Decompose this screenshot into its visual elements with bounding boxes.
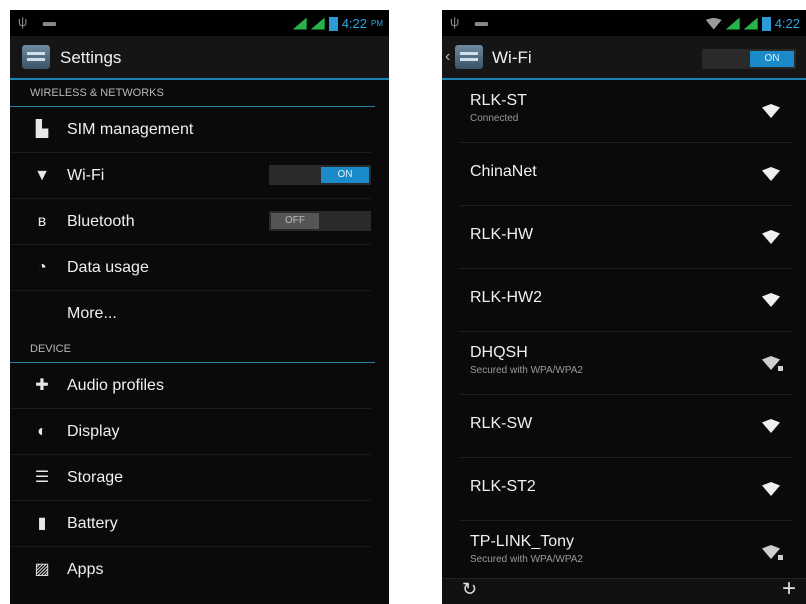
wifi-signal-icon	[762, 419, 780, 433]
clock: 4:22	[774, 16, 800, 31]
status-bar: ψ ▬ 4:22	[442, 10, 806, 36]
setting-label: SIM management	[67, 121, 194, 138]
setting-label: More...	[67, 305, 117, 322]
signal-icon	[725, 17, 740, 30]
setting-data-usage[interactable]: ◔ Data usage	[10, 245, 371, 291]
add-network-icon[interactable]: +	[782, 575, 796, 603]
network-item[interactable]: RLK-HW	[460, 206, 792, 269]
sim-card-icon: ▙	[35, 121, 49, 138]
wifi-signal-icon	[762, 482, 780, 496]
setting-more[interactable]: More...	[10, 291, 371, 336]
network-name: RLK-SW	[470, 415, 533, 432]
setting-display[interactable]: ◐ Display	[10, 409, 371, 455]
setting-label: Bluetooth	[67, 213, 135, 230]
section-header-wireless: WIRELESS & NETWORKS	[10, 80, 375, 107]
network-item[interactable]: DHQSH Secured with WPA/WPA2	[460, 332, 792, 395]
section-header-device: DEVICE	[10, 336, 375, 363]
battery-icon: ▮	[37, 515, 47, 532]
usb-icon: ψ ▬	[450, 14, 494, 29]
toggle-off-label: OFF	[271, 213, 319, 229]
setting-battery[interactable]: ▮ Battery	[10, 501, 371, 547]
network-item[interactable]: ChinaNet	[460, 143, 792, 206]
page-title: Settings	[60, 48, 122, 67]
scan-icon[interactable]: ↻	[462, 579, 477, 600]
network-name: RLK-ST2	[470, 478, 536, 495]
bluetooth-icon: ʙ	[37, 213, 47, 230]
action-bar: ‹ Wi-Fi ON	[442, 36, 806, 80]
status-bar: ψ ▬ 4:22 PM	[10, 10, 389, 36]
network-name: RLK-ST	[470, 92, 527, 109]
network-item[interactable]: RLK-SW	[460, 395, 792, 458]
network-name: TP-LINK_Tony	[470, 533, 575, 550]
setting-sim-management[interactable]: ▙ SIM management	[10, 107, 371, 153]
wifi-signal-icon	[762, 104, 780, 118]
network-item[interactable]: RLK-HW2	[460, 269, 792, 332]
signal-icon	[310, 17, 325, 30]
setting-label: Display	[67, 423, 120, 440]
setting-audio-profiles[interactable]: ✚ Audio profiles	[10, 363, 371, 409]
data-usage-icon: ◔	[37, 259, 47, 276]
setting-bluetooth[interactable]: ʙ Bluetooth OFF	[10, 199, 371, 245]
network-list: RLK-ST Connected ChinaNet RLK-HW RLK-HW2…	[442, 80, 806, 583]
audio-profiles-icon: ✚	[35, 377, 49, 394]
network-item[interactable]: RLK-ST2	[460, 458, 792, 521]
bluetooth-toggle[interactable]: OFF	[269, 211, 371, 231]
setting-label: Storage	[67, 469, 124, 486]
setting-storage[interactable]: ☰ Storage	[10, 455, 371, 501]
bottom-action-bar: ↻ +	[442, 575, 806, 604]
wifi-signal-icon	[762, 230, 780, 244]
apps-icon: ▨	[34, 561, 50, 578]
wifi-status-icon	[705, 17, 722, 30]
settings-app-icon[interactable]	[455, 45, 483, 69]
setting-wifi[interactable]: ▼ Wi-Fi ON	[10, 153, 371, 199]
setting-label: Audio profiles	[67, 377, 164, 394]
back-chevron-icon[interactable]: ‹	[445, 48, 450, 66]
wifi-screen: ψ ▬ 4:22 ‹ Wi-Fi ON RLK-ST Connected Chi…	[442, 10, 806, 604]
setting-label: Apps	[67, 561, 104, 578]
toggle-on-label: ON	[750, 51, 794, 67]
wifi-signal-icon	[762, 293, 780, 307]
lock-icon	[778, 555, 783, 560]
network-item[interactable]: TP-LINK_Tony Secured with WPA/WPA2	[460, 521, 792, 583]
network-security: Secured with WPA/WPA2	[470, 365, 583, 376]
action-bar: Settings	[10, 36, 389, 80]
network-name: DHQSH	[470, 344, 528, 361]
wifi-signal-icon	[762, 167, 780, 181]
setting-label: Wi-Fi	[67, 167, 105, 184]
setting-label: Data usage	[67, 259, 149, 276]
wifi-toggle[interactable]: ON	[269, 165, 371, 185]
wifi-icon: ▼	[34, 167, 50, 184]
network-name: RLK-HW2	[470, 289, 543, 306]
network-status: Connected	[470, 113, 519, 124]
battery-status-icon	[328, 16, 338, 31]
display-icon: ◐	[37, 423, 47, 440]
storage-icon: ☰	[34, 469, 50, 486]
signal-icon	[292, 17, 307, 30]
toggle-on-label: ON	[321, 167, 369, 183]
settings-app-icon	[22, 45, 50, 69]
usb-icon: ψ ▬	[18, 14, 62, 29]
clock-ampm: PM	[371, 19, 383, 28]
network-security: Secured with WPA/WPA2	[470, 554, 583, 565]
network-name: RLK-HW	[470, 226, 534, 243]
page-title: Wi-Fi	[492, 48, 532, 67]
network-item[interactable]: RLK-ST Connected	[460, 80, 792, 143]
lock-icon	[778, 366, 783, 371]
network-name: ChinaNet	[470, 163, 537, 180]
wifi-master-toggle[interactable]: ON	[702, 49, 796, 69]
setting-apps[interactable]: ▨ Apps	[10, 547, 371, 592]
signal-icon	[743, 17, 758, 30]
setting-label: Battery	[67, 515, 118, 532]
settings-screen: ψ ▬ 4:22 PM Settings WIRELESS & NETWORKS…	[10, 10, 389, 604]
battery-status-icon	[761, 16, 771, 31]
clock: 4:22	[341, 16, 367, 31]
